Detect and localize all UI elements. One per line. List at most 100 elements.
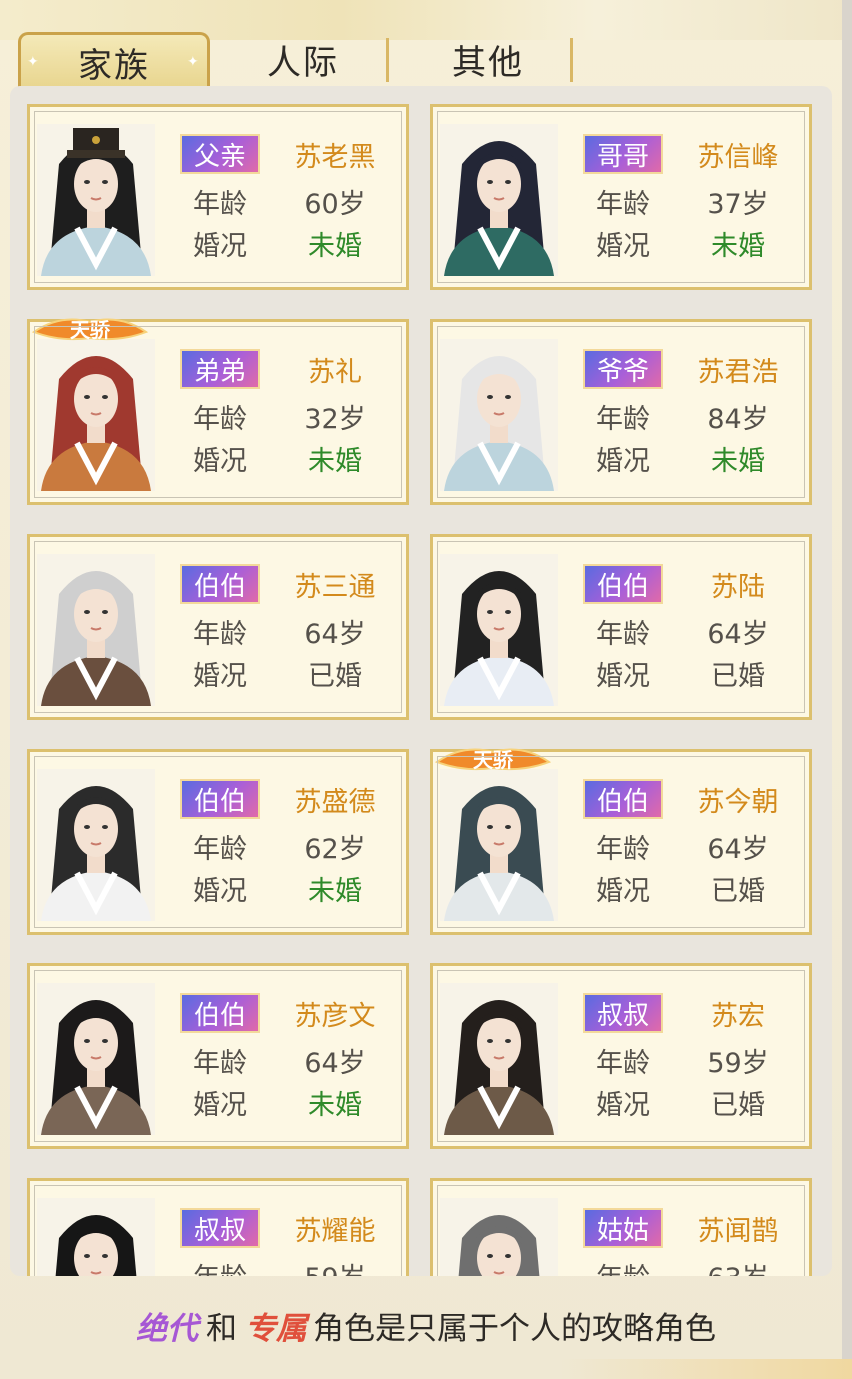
portrait-image <box>440 124 558 276</box>
tianjiao-badge-icon: 天骄 <box>30 312 150 342</box>
age-value: 64岁 <box>707 619 769 650</box>
character-card[interactable]: 父亲 苏老黑 年龄 60岁 婚况 未婚 <box>27 104 409 290</box>
age-label: 年龄 <box>193 189 247 220</box>
marital-value: 已婚 <box>711 876 765 907</box>
character-name: 苏宏 <box>711 1000 765 1032</box>
footer-exclusive-label: 专属 <box>245 1310 307 1347</box>
portrait-image <box>37 769 155 921</box>
marital-label: 婚况 <box>596 446 650 477</box>
character-card[interactable]: 天骄 弟弟 苏礼 年龄 32岁 婚况 未婚 <box>27 318 409 505</box>
character-list-panel[interactable]: 父亲 苏老黑 年龄 60岁 婚况 未婚 哥哥 苏信峰 年龄 37岁 婚况 未婚 … <box>10 86 832 1276</box>
age-value: 59岁 <box>270 1256 400 1276</box>
relation-tag: 伯伯 <box>180 564 260 604</box>
character-name: 苏彦文 <box>294 1000 376 1032</box>
relation-tag: 父亲 <box>180 134 260 174</box>
age-label: 年龄 <box>193 834 247 865</box>
age-value: 64岁 <box>707 834 769 865</box>
age-label: 年龄 <box>193 1048 247 1079</box>
tab-other[interactable]: 其他 <box>403 32 573 86</box>
marital-label: 婚况 <box>596 876 650 907</box>
age-value: 62岁 <box>304 834 366 865</box>
marital-value: 已婚 <box>711 1090 765 1121</box>
relation-tag: 伯伯 <box>583 779 663 819</box>
tab-other-label: 其他 <box>452 42 524 83</box>
character-card[interactable]: 姑姑 苏闻鹊 年龄 63岁 婚况 <box>430 1178 812 1276</box>
age-value: 64岁 <box>304 619 366 650</box>
age-value: 60岁 <box>304 189 366 220</box>
relation-tag: 伯伯 <box>180 779 260 819</box>
age-label: 年龄 <box>596 189 650 220</box>
portrait-image <box>37 124 155 276</box>
marital-value: 未婚 <box>308 1090 362 1121</box>
svg-text:天骄: 天骄 <box>70 318 111 342</box>
relation-tag: 弟弟 <box>180 349 260 389</box>
character-card[interactable]: 天骄 伯伯 苏今朝 年龄 64岁 婚况 已婚 <box>430 748 812 935</box>
age-value: 37岁 <box>707 189 769 220</box>
character-card[interactable]: 伯伯 苏三通 年龄 64岁 婚况 已婚 <box>27 534 409 720</box>
sparkle-icon: ✦ <box>27 54 41 70</box>
portrait-image <box>37 339 155 491</box>
portrait-image <box>37 554 155 706</box>
portrait-image <box>440 1198 558 1276</box>
footer-and: 和 <box>206 1310 237 1347</box>
character-name: 苏闻鹊 <box>697 1215 779 1247</box>
tab-social[interactable]: 人际 <box>218 32 388 86</box>
age-label: 年龄 <box>596 404 650 435</box>
footer-text: 角色是只属于个人的攻略角色 <box>313 1310 716 1347</box>
tianjiao-badge-icon: 天骄 <box>433 742 553 772</box>
right-edge-strip <box>842 0 852 1379</box>
marital-value: 未婚 <box>711 231 765 262</box>
character-card[interactable]: 伯伯 苏盛德 年龄 62岁 婚况 未婚 <box>27 749 409 935</box>
character-card[interactable]: 哥哥 苏信峰 年龄 37岁 婚况 未婚 <box>430 104 812 290</box>
age-value: 64岁 <box>304 1048 366 1079</box>
footer-note: 绝代 和 专属 角色是只属于个人的攻略角色 <box>0 1290 852 1360</box>
marital-value: 已婚 <box>711 661 765 692</box>
character-name: 苏盛德 <box>294 786 376 818</box>
character-card[interactable]: 叔叔 苏耀能 年龄 59岁 婚况 <box>27 1178 409 1276</box>
marital-value: 未婚 <box>308 446 362 477</box>
portrait-image <box>37 983 155 1135</box>
relation-tag: 爷爷 <box>583 349 663 389</box>
footer-unique-label: 绝代 <box>136 1310 198 1347</box>
marital-value: 未婚 <box>308 876 362 907</box>
relation-tag: 伯伯 <box>583 564 663 604</box>
tab-bar: ✦ 家族 ✦ 人际 其他 <box>18 32 588 89</box>
tab-family[interactable]: ✦ 家族 ✦ <box>18 32 210 89</box>
bottom-decoration <box>560 1359 852 1379</box>
age-label: 年龄 <box>596 834 650 865</box>
relation-tag: 叔叔 <box>583 993 663 1033</box>
character-name: 苏耀能 <box>294 1215 376 1247</box>
age-value: 32岁 <box>304 404 366 435</box>
age-label: 年龄 <box>193 619 247 650</box>
character-name: 苏陆 <box>711 571 765 603</box>
age-label: 年龄 <box>193 404 247 435</box>
relation-tag: 哥哥 <box>583 134 663 174</box>
portrait-image <box>440 339 558 491</box>
marital-label: 婚况 <box>193 446 247 477</box>
sparkle-icon: ✦ <box>187 54 201 70</box>
marital-label: 婚况 <box>596 231 650 262</box>
character-card[interactable]: 叔叔 苏宏 年龄 59岁 婚况 已婚 <box>430 963 812 1149</box>
marital-label: 婚况 <box>193 231 247 262</box>
portrait-image <box>440 554 558 706</box>
marital-label: 婚况 <box>193 1090 247 1121</box>
relation-tag: 叔叔 <box>180 1208 260 1248</box>
age-value: 84岁 <box>707 404 769 435</box>
age-label: 年龄 <box>596 619 650 650</box>
character-card[interactable]: 伯伯 苏陆 年龄 64岁 婚况 已婚 <box>430 534 812 720</box>
character-name: 苏礼 <box>308 356 362 388</box>
age-value: 59岁 <box>707 1048 769 1079</box>
marital-label: 婚况 <box>596 661 650 692</box>
age-value: 63岁 <box>673 1256 803 1276</box>
character-card[interactable]: 伯伯 苏彦文 年龄 64岁 婚况 未婚 <box>27 963 409 1149</box>
character-card[interactable]: 爷爷 苏君浩 年龄 84岁 婚况 未婚 <box>430 319 812 505</box>
tab-divider <box>386 38 389 82</box>
character-name: 苏老黑 <box>294 141 376 173</box>
tab-social-label: 人际 <box>267 42 339 83</box>
marital-label: 婚况 <box>596 1090 650 1121</box>
marital-label: 婚况 <box>193 876 247 907</box>
character-name: 苏三通 <box>294 571 376 603</box>
character-name: 苏君浩 <box>697 356 779 388</box>
tab-family-label: 家族 <box>78 45 150 86</box>
marital-value: 未婚 <box>308 231 362 262</box>
